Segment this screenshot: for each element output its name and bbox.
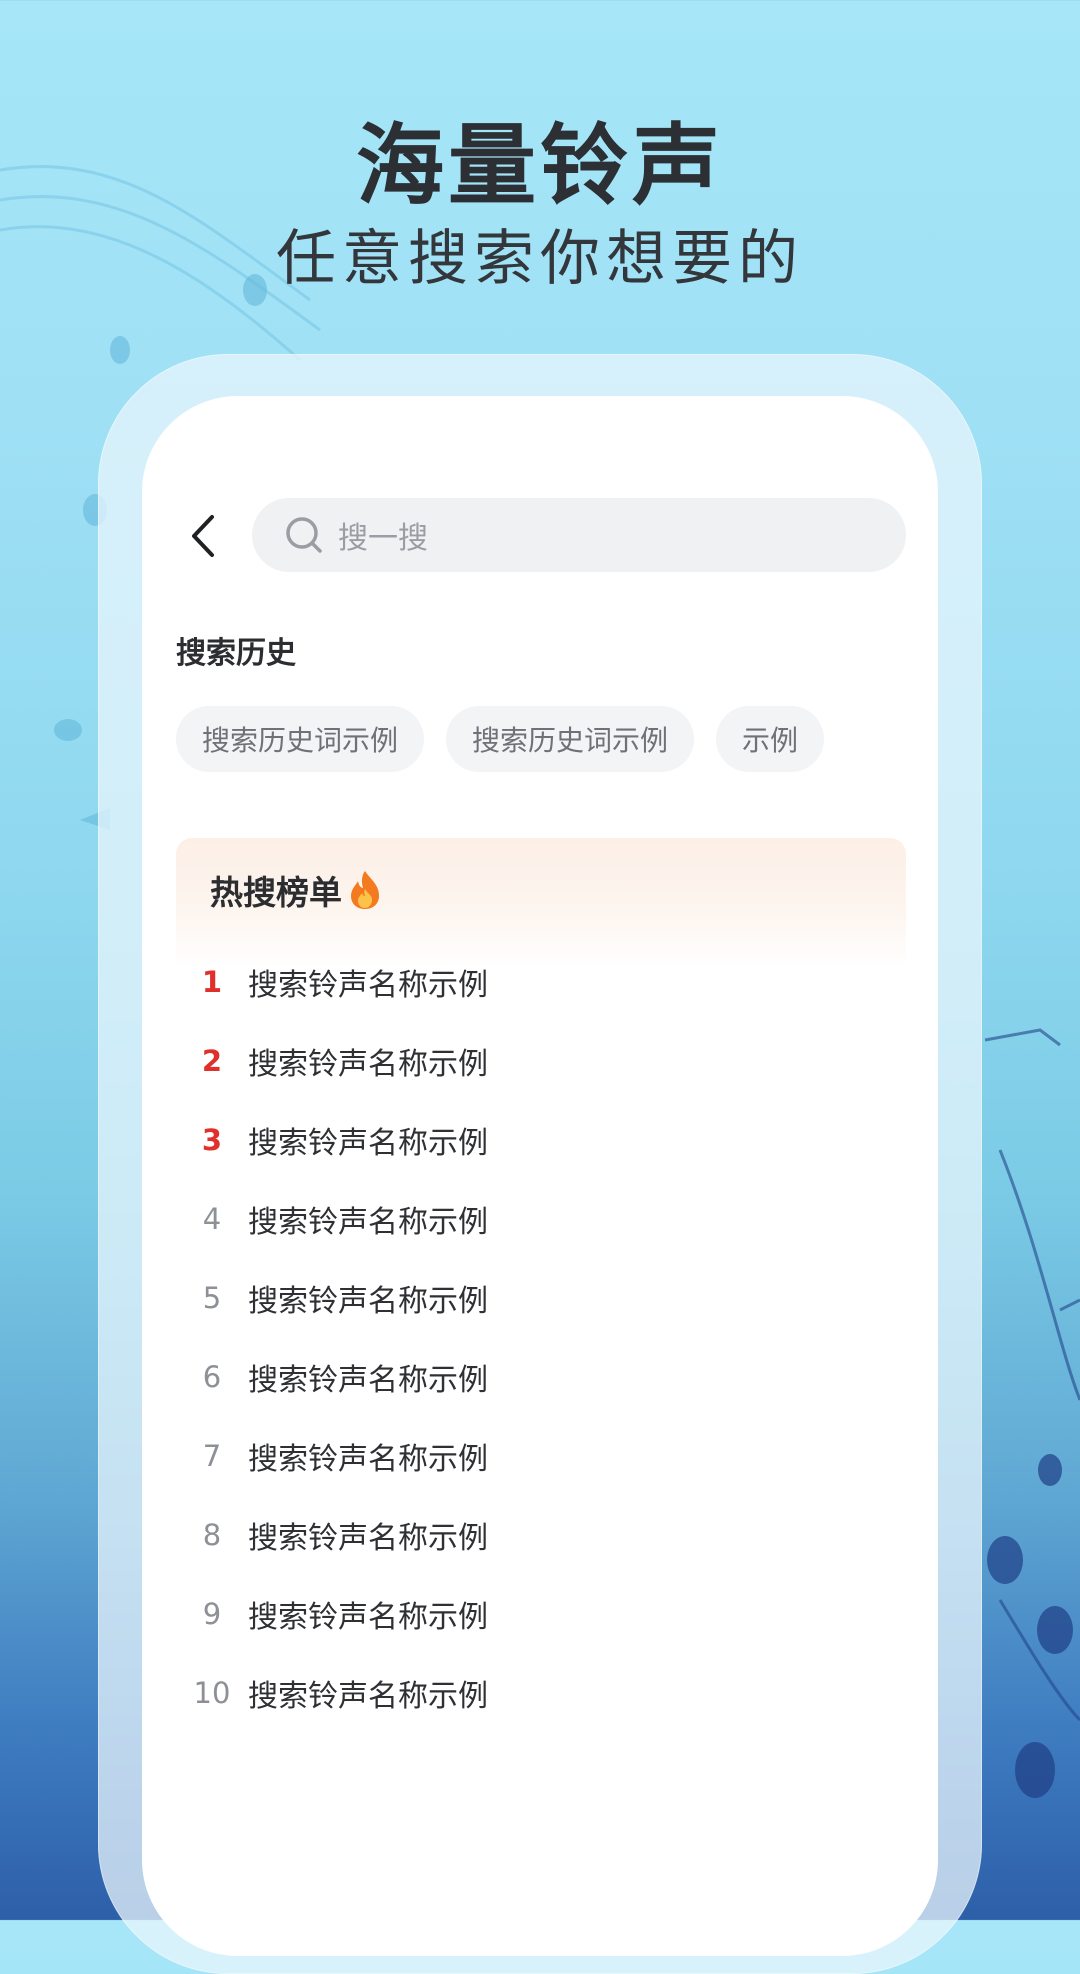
search-placeholder: 搜一搜 [338,521,428,556]
rank-title: 搜索铃声名称示例 [248,1441,488,1477]
rank-number: 2 [201,1043,223,1078]
hot-list-item[interactable]: 9 搜索铃声名称示例 [176,1574,906,1653]
rank-title: 搜索铃声名称示例 [248,1283,488,1319]
rank-title: 搜索铃声名称示例 [248,1125,488,1161]
rank-number: 8 [202,1517,222,1552]
hot-list-item[interactable]: 6 搜索铃声名称示例 [176,1337,906,1416]
rank-title: 搜索铃声名称示例 [248,967,488,1003]
phone-screen: 搜一搜 搜索历史 搜索历史词示例 搜索历史词示例 示例 热搜榜单 1 搜索铃声名… [142,396,938,1956]
history-chip[interactable]: 示例 [716,706,825,772]
rank-title: 搜索铃声名称示例 [248,1362,488,1398]
promo-subtitle: 任意搜索你想要的 [276,224,804,294]
search-input[interactable]: 搜一搜 [252,498,906,572]
chevron-left-icon [192,515,214,557]
fire-icon [348,869,382,911]
hot-list-label: 热搜榜单 [210,873,342,912]
history-chip[interactable]: 搜索历史词示例 [176,706,425,772]
rank-title: 搜索铃声名称示例 [248,1046,488,1082]
hot-list-item[interactable]: 3 搜索铃声名称示例 [176,1100,906,1179]
promo-title: 海量铃声 [355,114,724,217]
rank-number: 4 [202,1201,222,1236]
rank-number: 10 [193,1675,231,1710]
hot-list-item[interactable]: 1 搜索铃声名称示例 [176,942,906,1021]
hot-list-item[interactable]: 10 搜索铃声名称示例 [176,1653,906,1732]
rank-title: 搜索铃声名称示例 [248,1520,488,1556]
hot-list-item[interactable]: 8 搜索铃声名称示例 [176,1495,906,1574]
hot-list-item[interactable]: 7 搜索铃声名称示例 [176,1416,906,1495]
rank-title: 搜索铃声名称示例 [248,1678,488,1714]
search-history-label: 搜索历史 [176,636,296,671]
rank-number: 7 [202,1438,222,1473]
history-chip[interactable]: 搜索历史词示例 [446,706,695,772]
hot-list: 1 搜索铃声名称示例 2 搜索铃声名称示例 3 搜索铃声名称示例 4 搜索铃声名… [176,942,906,1732]
hot-list-title: 热搜榜单 [210,866,382,914]
rank-number: 9 [202,1596,222,1631]
rank-number: 6 [202,1359,222,1394]
hot-list-item[interactable]: 5 搜索铃声名称示例 [176,1258,906,1337]
rank-number: 1 [201,964,223,999]
search-history-chips: 搜索历史词示例 搜索历史词示例 示例 [176,706,825,772]
search-icon [284,515,324,555]
hot-list-item[interactable]: 4 搜索铃声名称示例 [176,1179,906,1258]
rank-number: 5 [202,1280,222,1315]
hot-list-item[interactable]: 2 搜索铃声名称示例 [176,1021,906,1100]
rank-title: 搜索铃声名称示例 [248,1599,488,1635]
back-button[interactable] [178,511,228,561]
rank-number: 3 [201,1122,223,1157]
rank-title: 搜索铃声名称示例 [248,1204,488,1240]
